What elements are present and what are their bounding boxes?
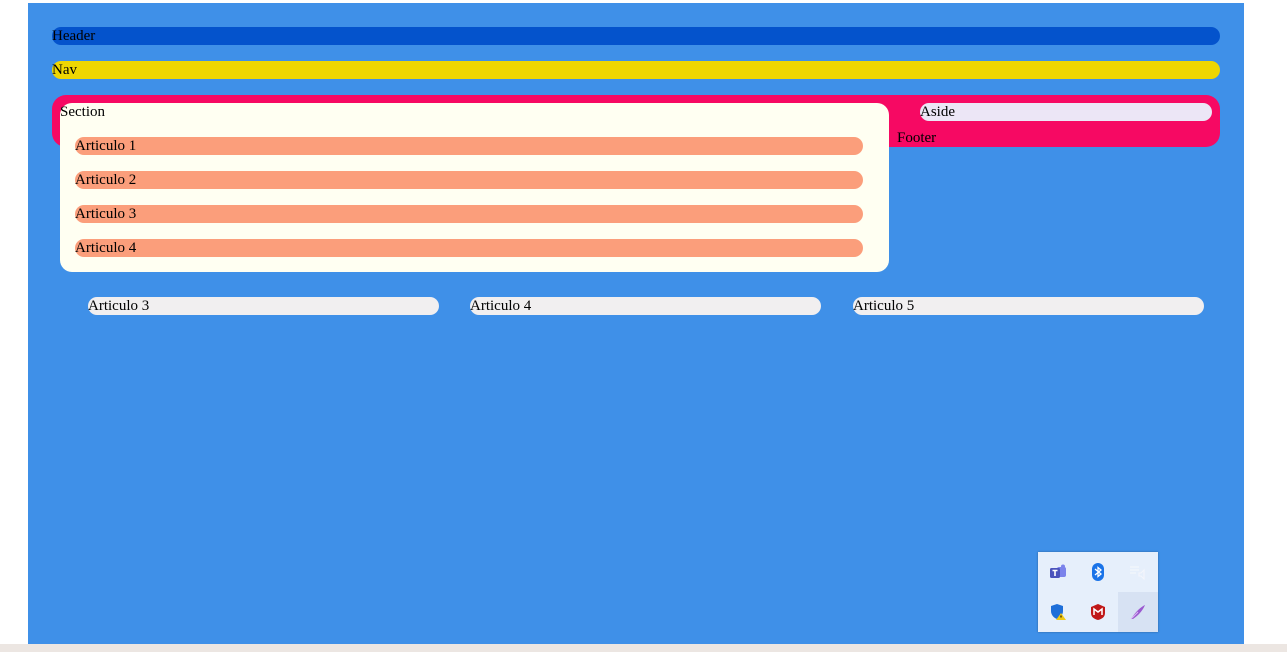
aside-bar: Aside (920, 103, 1212, 121)
page-canvas: Header Nav Section Articulo 1 Articulo 2… (28, 3, 1244, 644)
article-item: Articulo 2 (75, 171, 863, 189)
bottom-article-item: Articulo 5 (853, 297, 1204, 315)
pen-icon[interactable] (1118, 592, 1158, 632)
display-sound-icon[interactable] (1118, 552, 1158, 592)
article-item: Articulo 4 (75, 239, 863, 257)
footer-label: Footer (897, 130, 937, 146)
teams-icon[interactable] (1038, 552, 1078, 592)
section-label: Section (60, 104, 105, 120)
taskbar-edge (0, 644, 1287, 652)
system-tray-overflow (1038, 552, 1158, 632)
security-warning-icon[interactable] (1038, 592, 1078, 632)
article-item: Articulo 1 (75, 137, 863, 155)
section-panel: Section Articulo 1 Articulo 2 Articulo 3… (60, 103, 889, 272)
mcafee-icon[interactable] (1078, 592, 1118, 632)
bottom-article-item: Articulo 4 (470, 297, 821, 315)
header-bar: Header (52, 27, 1220, 45)
bluetooth-icon[interactable] (1078, 552, 1118, 592)
bottom-article-item: Articulo 3 (88, 297, 439, 315)
nav-bar: Nav (52, 61, 1220, 79)
article-item: Articulo 3 (75, 205, 863, 223)
